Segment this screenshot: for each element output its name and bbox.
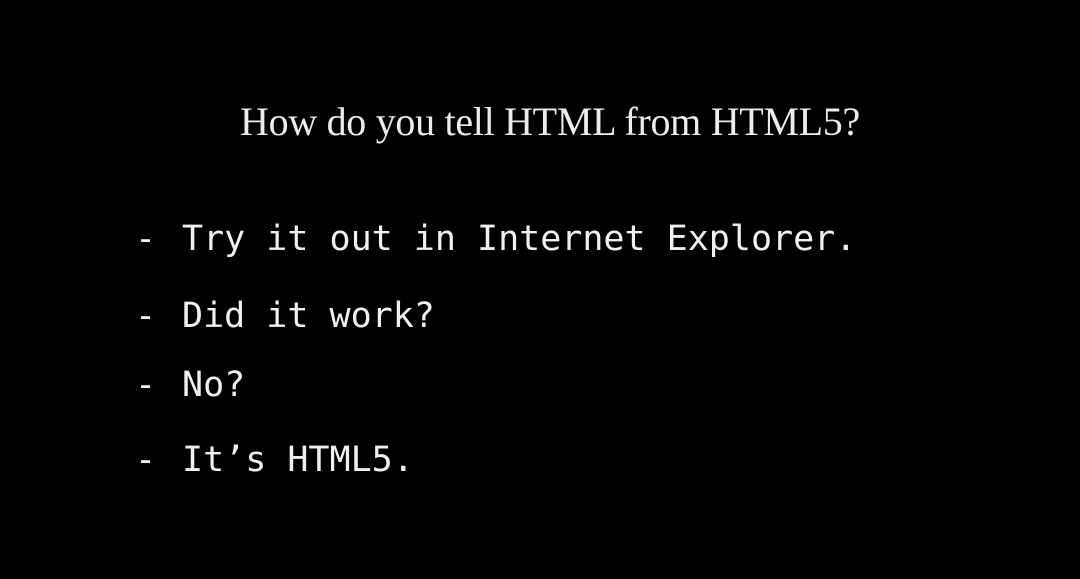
list-item: - Try it out in Internet Explorer. (135, 214, 856, 264)
list-item: - Did it work? (135, 291, 435, 341)
slide: How do you tell HTML from HTML5? - Try it… (0, 0, 1080, 579)
list-item-text: It’s HTML5. (182, 440, 414, 480)
bullet-marker: - (135, 219, 157, 259)
list-item: - It’s HTML5. (135, 435, 414, 485)
list-item-text: Did it work? (182, 296, 435, 336)
bullet-marker: - (135, 365, 157, 405)
bullet-marker: - (135, 296, 157, 336)
list-item-text: No? (182, 365, 246, 405)
slide-title: How do you tell HTML from HTML5? (240, 99, 860, 144)
list-item: - No? (135, 360, 245, 410)
bullet-marker: - (135, 440, 157, 480)
list-item-text: Try it out in Internet Explorer. (182, 219, 857, 259)
